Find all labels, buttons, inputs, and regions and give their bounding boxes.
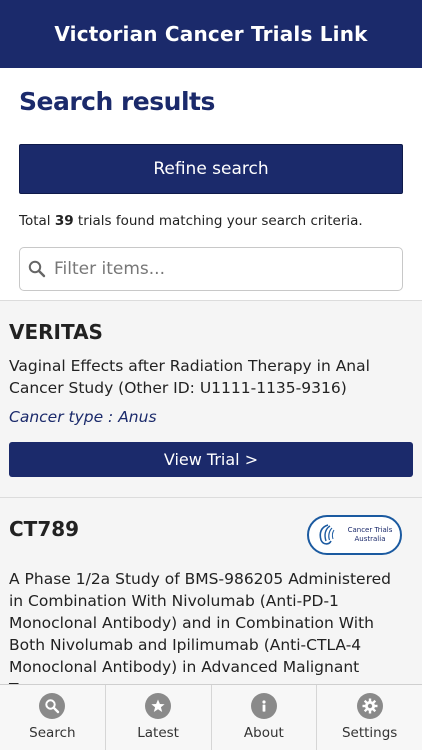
trial-description: Vaginal Effects after Radiation Therapy … [9, 357, 370, 397]
app-header: Victorian Cancer Trials Link [0, 0, 422, 68]
view-trial-button[interactable]: View Trial > [9, 442, 413, 477]
trial-card: VERITAS Vaginal Effects after Radiation … [0, 301, 422, 498]
app-title: Victorian Cancer Trials Link [54, 22, 368, 46]
star-icon [145, 693, 172, 719]
trial-list: VERITAS Vaginal Effects after Radiation … [0, 300, 422, 684]
gear-icon [356, 693, 383, 719]
trial-description: A Phase 1/2a Study of BMS-986205 Adminis… [9, 570, 391, 684]
filter-input[interactable] [54, 249, 384, 289]
results-summary: Total 39 trials found matching your sear… [19, 213, 363, 229]
tab-search[interactable]: Search [0, 685, 106, 750]
tab-label: Latest [137, 725, 179, 741]
trial-id: CT789 [9, 517, 80, 541]
info-icon [250, 693, 277, 719]
page-title: Search results [19, 87, 215, 116]
refine-search-button[interactable]: Refine search [19, 144, 403, 194]
logo-text: Cancer Trials Australia [347, 526, 393, 543]
summary-prefix: Total [19, 213, 51, 229]
filter-box [19, 247, 403, 291]
tab-bar: Search Latest About Settings [0, 684, 422, 750]
results-count: 39 [54, 213, 74, 229]
summary-suffix: trials found matching your search criter… [77, 213, 363, 229]
cancer-type: Cancer type : Anus [9, 408, 157, 426]
trial-id: VERITAS [9, 320, 103, 344]
search-icon [20, 248, 54, 290]
tab-label: Search [29, 725, 76, 741]
tab-settings[interactable]: Settings [317, 685, 422, 750]
tab-label: About [243, 725, 284, 741]
tab-latest[interactable]: Latest [106, 685, 212, 750]
cancer-trials-australia-logo: Cancer Trials Australia [307, 515, 402, 555]
trial-card: CT789 Cancer Trials Australia A Phase 1/… [0, 499, 422, 684]
tab-about[interactable]: About [212, 685, 318, 750]
tab-label: Settings [341, 725, 398, 741]
search-icon [39, 693, 66, 719]
